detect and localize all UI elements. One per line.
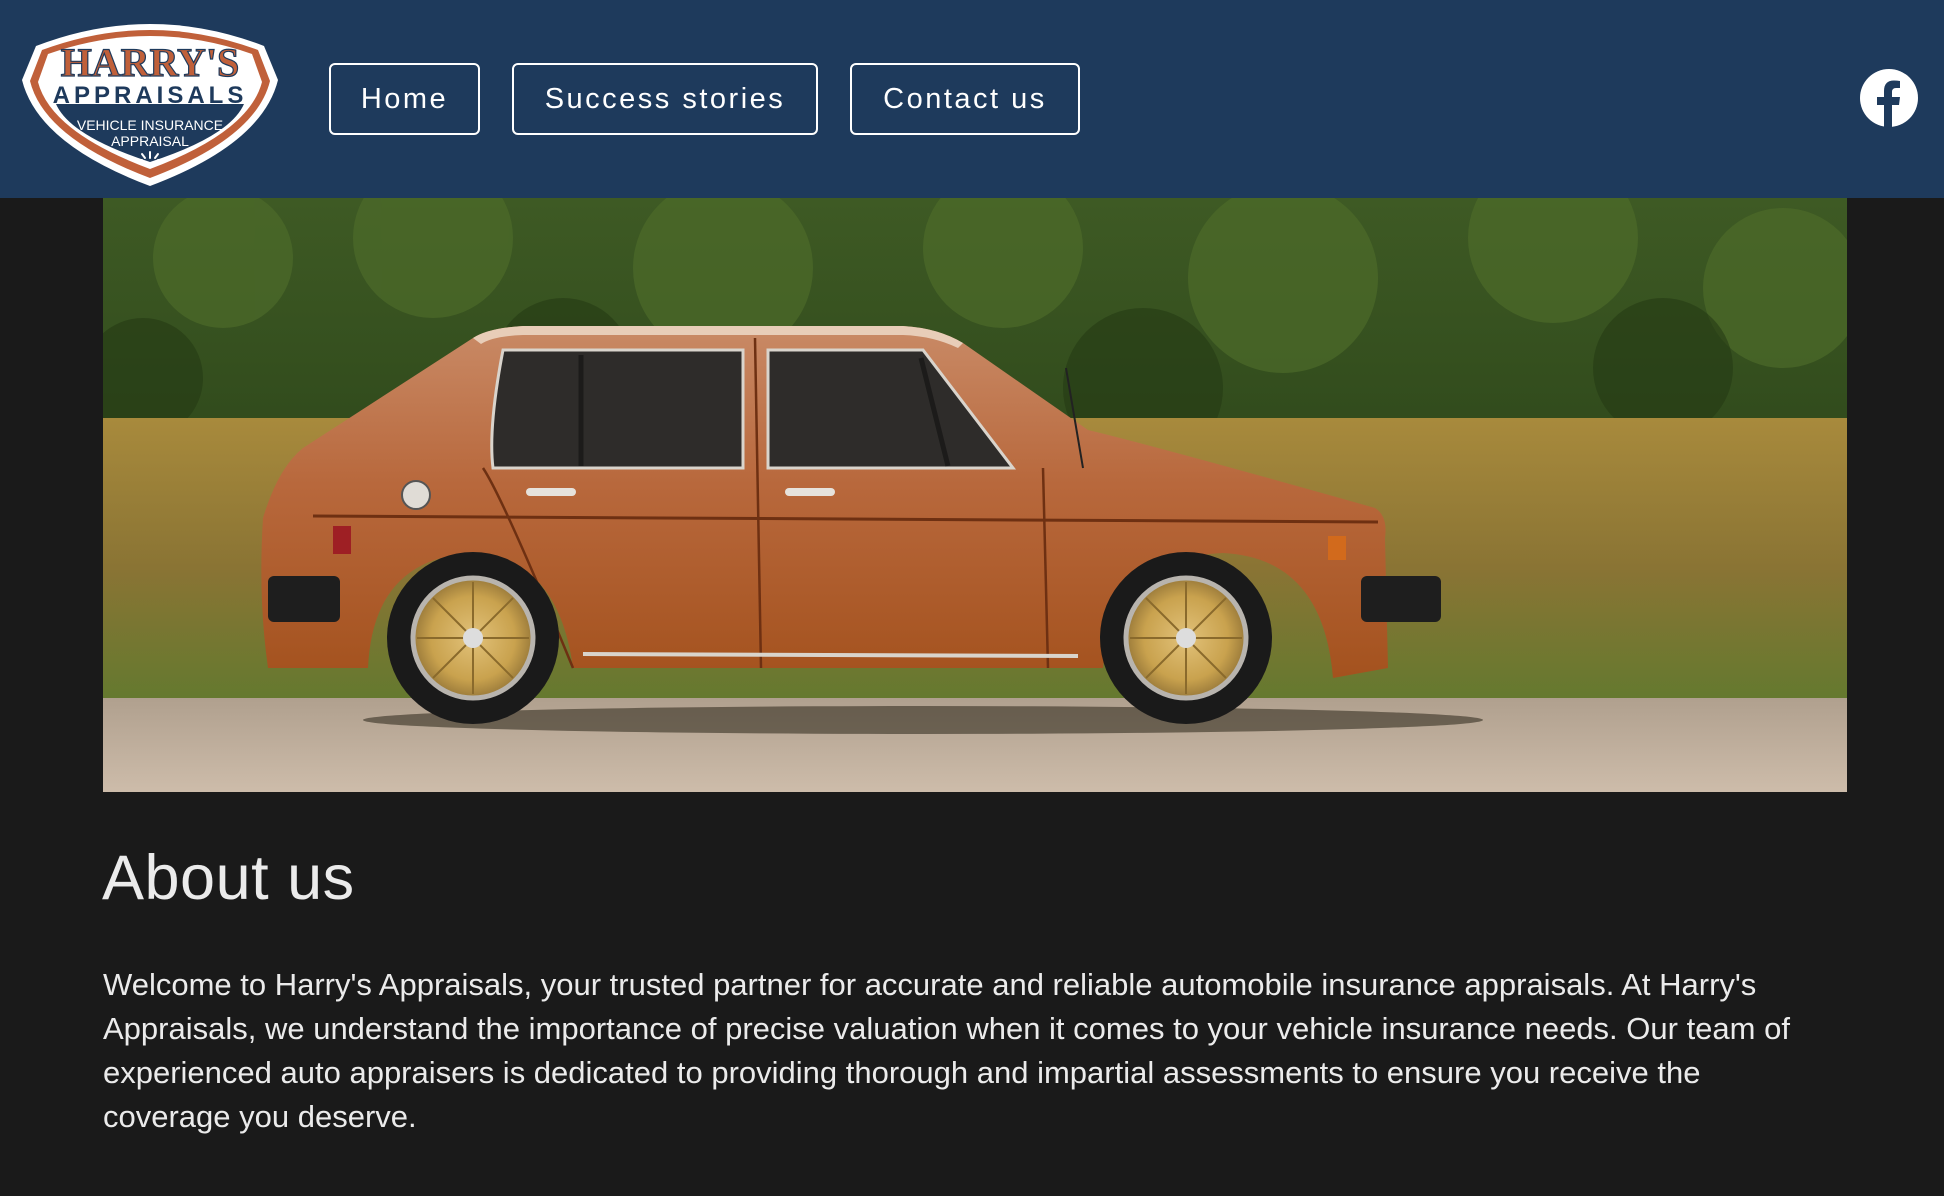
facebook-icon[interactable] [1860, 69, 1918, 127]
logo-text-vehicle-insurance: VEHICLE INSURANCE [77, 117, 223, 133]
harrys-appraisals-logo[interactable]: HARRY'S APPRAISALS VEHICLE INSURANCE APP… [16, 8, 284, 188]
logo-text-appraisals: APPRAISALS [53, 82, 248, 109]
hero-image [103, 198, 1847, 792]
about-us-paragraph: Welcome to Harry's Appraisals, your trus… [103, 967, 1790, 1134]
nav-home-button[interactable]: Home [329, 63, 480, 135]
nav-contact-us-button[interactable]: Contact us [850, 63, 1080, 135]
rear-wheel [387, 552, 559, 724]
logo-text-appraisal: APPRAISAL [111, 133, 189, 149]
logo-text-harrys: HARRY'S [61, 40, 240, 85]
site-header: HARRY'S APPRAISALS VEHICLE INSURANCE APP… [0, 0, 1944, 198]
nav-success-stories-button[interactable]: Success stories [512, 63, 818, 135]
about-us-heading: About us [102, 843, 355, 913]
front-wheel [1100, 552, 1272, 724]
